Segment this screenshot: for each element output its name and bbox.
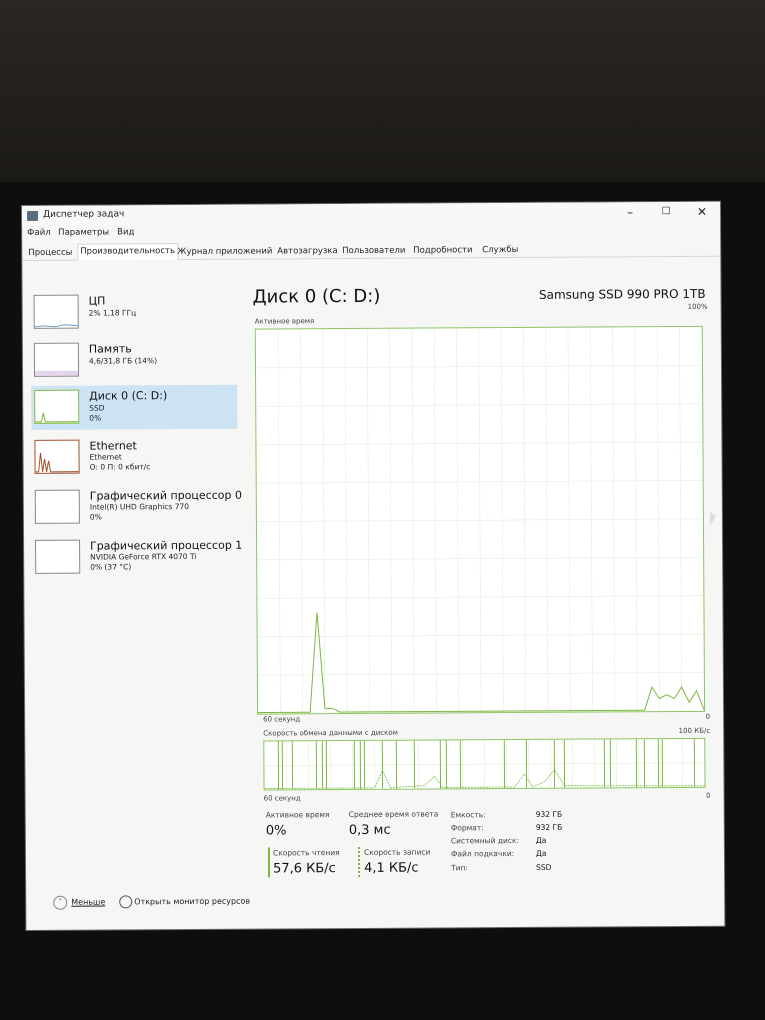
transfer-rate-label: Скорость обмена данными с диском xyxy=(263,728,398,738)
page-title: Диск 0 (C: D:) xyxy=(252,285,381,308)
sidebar-item-value: О: 0 П: 0 кбит/с xyxy=(89,462,151,472)
active-time-max: 100% xyxy=(687,302,708,311)
memory-thumbnail xyxy=(33,342,80,377)
prop-format-value: 932 ГБ xyxy=(535,822,563,832)
disk-detail-panel: Диск 0 (C: D:) Samsung SSD 990 PRO 1TB А… xyxy=(247,262,717,905)
sidebar-item-title: Графический процессор 0 xyxy=(89,488,243,503)
sidebar-item-disk0[interactable]: Диск 0 (C: D:) SSD 0% xyxy=(31,384,238,430)
task-manager-window: Диспетчер задач – ☐ ✕ Файл Параметры Вид… xyxy=(22,201,725,930)
transfer-axis-zero: 0 xyxy=(706,791,711,800)
gpu1-thumbnail xyxy=(35,539,81,574)
tab-users[interactable]: Пользователи xyxy=(340,244,407,258)
tab-performance[interactable]: Производительность xyxy=(77,243,179,261)
fewer-details-link[interactable]: Меньше xyxy=(71,898,105,907)
sidebar-item-subtitle: Ethernet xyxy=(89,452,122,462)
resource-monitor-icon xyxy=(119,895,133,909)
sidebar-item-value: 0% xyxy=(89,413,102,423)
sidebar-item-subtitle: 4,6/31,8 ГБ (14%) xyxy=(88,356,158,366)
sidebar-item-ethernet[interactable]: Ethernet Ethernet О: 0 П: 0 кбит/с xyxy=(31,435,237,480)
cpu-thumbnail xyxy=(33,294,79,329)
sidebar-item-title: ЦП xyxy=(88,294,106,308)
tab-details[interactable]: Подробности xyxy=(411,243,474,257)
active-axis-zero: 0 xyxy=(705,712,711,721)
transfer-rate-graph xyxy=(263,737,706,791)
sidebar-item-subtitle: 2% 1,18 ГГц xyxy=(88,308,137,318)
window-title: Диспетчер задач xyxy=(43,209,125,220)
prop-format-key: Формат: xyxy=(450,823,484,833)
sidebar-item-subtitle: NVIDIA GeForce RTX 4070 Ti xyxy=(90,551,197,562)
mouse-cursor-icon xyxy=(710,512,716,526)
stat-read-label: Скорость чтения xyxy=(272,848,340,858)
disk-thumbnail xyxy=(34,389,80,424)
menu-options[interactable]: Параметры xyxy=(58,227,109,237)
resource-sidebar: ЦП 2% 1,18 ГГц Память 4,6/31,8 ГБ (14%) … xyxy=(22,260,242,891)
prop-pagefile-value: Да xyxy=(535,848,547,858)
active-time-label: Активное время xyxy=(254,317,315,326)
sidebar-item-subtitle: SSD xyxy=(89,403,105,413)
minimize-button[interactable]: – xyxy=(612,202,648,222)
tab-app-history[interactable]: Журнал приложений xyxy=(175,244,274,259)
stat-write-label: Скорость записи xyxy=(363,847,431,857)
prop-capacity-value: 932 ГБ xyxy=(535,809,563,819)
ethernet-thumbnail xyxy=(34,439,80,474)
sidebar-item-subtitle: Intel(R) UHD Graphics 770 xyxy=(89,501,190,512)
active-axis-label: 60 секунд xyxy=(263,715,301,724)
stat-read-value: 57,6 КБ/с xyxy=(273,861,336,877)
sidebar-item-memory[interactable]: Память 4,6/31,8 ГБ (14%) xyxy=(31,338,237,383)
footer-bar: ˄ Меньше Открыть монитор ресурсов xyxy=(26,892,724,926)
stat-write-value: 4,1 КБ/с xyxy=(364,860,419,876)
prop-system-disk-key: Системный диск: xyxy=(450,835,520,846)
read-rate-marker xyxy=(267,847,271,878)
sidebar-item-cpu[interactable]: ЦП 2% 1,18 ГГц xyxy=(31,290,237,335)
sidebar-item-title: Диск 0 (C: D:) xyxy=(89,389,168,403)
prop-capacity-key: Емкость: xyxy=(450,810,486,820)
tab-services[interactable]: Службы xyxy=(480,243,520,257)
close-button[interactable]: ✕ xyxy=(684,202,720,222)
active-time-graph xyxy=(254,325,706,715)
prop-type-key: Тип: xyxy=(451,863,468,873)
maximize-button[interactable]: ☐ xyxy=(648,202,684,222)
sidebar-item-title: Память xyxy=(88,342,132,356)
app-icon xyxy=(27,210,39,221)
sidebar-item-title: Ethernet xyxy=(89,439,137,453)
tab-processes[interactable]: Процессы xyxy=(26,246,74,260)
sidebar-item-gpu1[interactable]: Графический процессор 1 NVIDIA GeForce R… xyxy=(32,535,242,580)
write-rate-marker xyxy=(357,846,361,877)
stat-avg-response-label: Среднее время ответа xyxy=(348,809,439,820)
prop-type-value: SSD xyxy=(536,862,552,872)
stat-active-time-value: 0% xyxy=(265,823,287,839)
gpu0-thumbnail xyxy=(34,489,80,524)
sidebar-item-gpu0[interactable]: Графический процессор 0 Intel(R) UHD Gra… xyxy=(32,485,242,530)
chevron-up-icon[interactable]: ˄ xyxy=(53,895,68,910)
transfer-rate-max: 100 КБ/с xyxy=(678,726,711,735)
disk-model: Samsung SSD 990 PRO 1TB xyxy=(538,286,706,302)
menu-view[interactable]: Вид xyxy=(117,227,134,237)
tab-startup[interactable]: Автозагрузка xyxy=(275,244,340,258)
prop-system-disk-value: Да xyxy=(535,835,547,845)
stat-active-time-label: Активное время xyxy=(265,810,330,820)
sidebar-item-title: Графический процессор 1 xyxy=(90,538,243,553)
tab-strip: Процессы Производительность Журнал прило… xyxy=(22,237,721,261)
sidebar-item-value: 0% xyxy=(89,512,102,522)
sidebar-item-value: 0% (37 °C) xyxy=(90,562,132,572)
stat-avg-response-value: 0,3 мс xyxy=(348,822,391,839)
open-resource-monitor-link[interactable]: Открыть монитор ресурсов xyxy=(134,897,250,907)
transfer-axis-label: 60 секунд xyxy=(263,794,301,803)
prop-pagefile-key: Файл подкачки: xyxy=(450,849,515,859)
menu-file[interactable]: Файл xyxy=(27,228,51,238)
